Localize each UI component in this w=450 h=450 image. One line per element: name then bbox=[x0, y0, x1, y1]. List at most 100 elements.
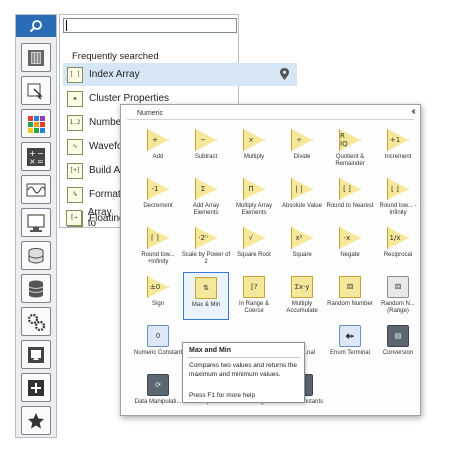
enum-terminal-icon: ◆▸ bbox=[339, 325, 361, 347]
palette-item-add-array-elements[interactable]: Σ Add Array Elements bbox=[183, 174, 229, 222]
increment-icon: +1 bbox=[387, 129, 409, 151]
palette-item-label: Sign bbox=[151, 301, 164, 307]
collapse-palette-button[interactable]: ‹‹ bbox=[411, 106, 415, 117]
palette-item-label: Quotient & Remainder bbox=[335, 154, 365, 167]
search-button[interactable] bbox=[16, 15, 56, 37]
palette-item-label: Random Number bbox=[327, 301, 373, 307]
square-icon: x² bbox=[291, 227, 313, 249]
build-array-icon: [+] bbox=[67, 162, 83, 179]
square-root-icon: √ bbox=[243, 227, 265, 249]
palette-item-in-range-coerce[interactable]: ⟦? In Range & Coerce bbox=[231, 272, 277, 320]
palette-item-label: Numeric Constant bbox=[133, 350, 183, 356]
palette-item-square-root[interactable]: √ Square Root bbox=[231, 223, 277, 271]
favorites-icon[interactable] bbox=[21, 406, 51, 435]
palette-item-label: Add Array Elements bbox=[192, 203, 220, 216]
waveform-palette-icon[interactable] bbox=[21, 175, 51, 204]
search-result-item[interactable]: [→ Array to bbox=[62, 206, 122, 229]
palette-item-subtract[interactable]: − Subtract bbox=[183, 125, 229, 173]
tooltip-help: Press F1 for more help bbox=[189, 392, 256, 399]
palette-item-decrement[interactable]: -1 Decrement bbox=[135, 174, 181, 222]
palette-item-multiply-accumulate[interactable]: Σx·y Multiply Accumulate bbox=[279, 272, 325, 320]
palette-item-label: Multiply Accumulate bbox=[286, 301, 318, 314]
math-palette-icon[interactable]: + − × = bbox=[21, 142, 51, 171]
palette-item-label: Negate bbox=[340, 252, 360, 258]
palette-item-label: Enum Terminal bbox=[330, 350, 370, 356]
palette-item-max-min[interactable]: ⇅ Max & Min bbox=[183, 272, 229, 320]
add-palette-icon[interactable] bbox=[21, 373, 51, 402]
palette-item-square[interactable]: x² Square bbox=[279, 223, 325, 271]
settings-palette-icon[interactable] bbox=[21, 307, 51, 336]
multiply-icon: × bbox=[243, 129, 265, 151]
color-grid-icon[interactable] bbox=[21, 109, 51, 138]
max-min-icon: ⇅ bbox=[195, 277, 217, 299]
palette-item-add[interactable]: + Add bbox=[135, 125, 181, 173]
palette-item-increment[interactable]: +1 Increment bbox=[375, 125, 421, 173]
absolute-value-icon: | | bbox=[291, 178, 313, 200]
palette-item-label: Square bbox=[292, 252, 312, 258]
result-label: Cluster Properties bbox=[89, 93, 170, 104]
in-range-coerce-icon: ⟦? bbox=[243, 276, 265, 298]
round-to-nearest-icon: [ ] bbox=[339, 178, 361, 200]
result-label: Index Array bbox=[89, 69, 140, 80]
palette-item-round-to-nearest[interactable]: [ ] Round to Nearest bbox=[326, 174, 374, 222]
add-icon: + bbox=[147, 129, 169, 151]
palette-item-enum-terminal[interactable]: ◆▸ Enum Terminal bbox=[327, 321, 373, 369]
multiply-accumulate-icon: Σx·y bbox=[291, 276, 313, 298]
palette-divider bbox=[127, 119, 414, 120]
tooltip-divider bbox=[187, 357, 300, 358]
numeric-constant-icon: 0 bbox=[147, 325, 169, 347]
display-palette-icon[interactable] bbox=[21, 208, 51, 237]
palette-item-label: Round tow... +Infinity bbox=[141, 252, 175, 265]
tooltip-body: Compares two values and returns the maxi… bbox=[189, 362, 298, 378]
database-palette-icon[interactable] bbox=[21, 274, 51, 303]
pin-icon[interactable] bbox=[280, 68, 289, 80]
graphics-palette-icon[interactable] bbox=[21, 340, 51, 369]
divide-icon: ÷ bbox=[291, 129, 313, 151]
palette-item-conversion[interactable]: ▤ Conversion bbox=[375, 321, 421, 369]
palette-item-numeric-constant[interactable]: 0 Numeric Constant bbox=[133, 321, 183, 369]
palette-item-label: Scale by Power of 2 bbox=[181, 252, 231, 265]
palette-item-round-tow-infinity[interactable]: ⌈ ⌉ Round tow... +Infinity bbox=[135, 223, 181, 271]
negate-icon: -x bbox=[339, 227, 361, 249]
palette-item-label: Round tow... -Infinity bbox=[379, 203, 417, 216]
palette-item-round-tow-infinity[interactable]: ⌊ ⌋ Round tow... -Infinity bbox=[375, 174, 421, 222]
palette-item-multiply[interactable]: × Multiply bbox=[231, 125, 277, 173]
palette-item-absolute-value[interactable]: | | Absolute Value bbox=[279, 174, 325, 222]
palette-item-quotient-remainder[interactable]: R IQ Quotient & Remainder bbox=[327, 125, 373, 173]
number-to-decimal-string-icon: 1.2 bbox=[67, 114, 83, 131]
data-palette-icon[interactable] bbox=[21, 241, 51, 270]
palette-item-random-n-range[interactable]: ⚄ Random N... (Range) bbox=[375, 272, 421, 320]
palette-item-label: Round to Nearest bbox=[326, 203, 374, 209]
palette-item-data-manipulati[interactable]: ⟳ Data Manipulati... bbox=[135, 370, 181, 418]
palette-item-label: Random N... (Range) bbox=[381, 301, 415, 314]
frequently-searched-label: Frequently searched bbox=[72, 51, 159, 62]
index-array-icon: [ ] bbox=[67, 66, 83, 83]
random-number-icon: ⚄ bbox=[339, 276, 361, 298]
round-tow-infinity-icon: ⌊ ⌋ bbox=[387, 178, 409, 200]
palette-item-divide[interactable]: ÷ Divide bbox=[279, 125, 325, 173]
search-icon bbox=[29, 20, 42, 33]
palette-item-label: Data Manipulati... bbox=[134, 399, 182, 405]
palette-item-random-number[interactable]: ⚄ Random Number bbox=[327, 272, 373, 320]
timing-palette-icon[interactable] bbox=[21, 76, 51, 105]
search-result-item[interactable]: [ ] Index Array bbox=[63, 63, 297, 86]
search-input[interactable] bbox=[63, 18, 237, 33]
palette-item-negate[interactable]: -x Negate bbox=[327, 223, 373, 271]
palette-category-strip: + − × = bbox=[15, 14, 57, 438]
palette-item-label: Increment bbox=[384, 154, 412, 160]
quotient-remainder-icon: R IQ bbox=[339, 129, 361, 151]
tooltip-title: Max and Min bbox=[189, 347, 232, 354]
round-tow-infinity-icon: ⌈ ⌉ bbox=[147, 227, 169, 249]
result-label: Array to bbox=[87, 206, 112, 229]
palette-item-sign[interactable]: ±0 Sign bbox=[135, 272, 181, 320]
decrement-icon: -1 bbox=[147, 178, 169, 200]
palette-item-multiply-array-elements[interactable]: Π Multiply Array Elements bbox=[231, 174, 277, 222]
format-icon: % bbox=[67, 186, 83, 203]
text-caret bbox=[66, 20, 67, 31]
palette-item-label: Square Root bbox=[237, 252, 271, 258]
palette-title: Numeric bbox=[137, 110, 164, 117]
array-palette-icon[interactable] bbox=[21, 43, 51, 72]
palette-item-label: Decrement bbox=[143, 203, 173, 209]
palette-item-reciprocal[interactable]: 1/x Reciprocal bbox=[375, 223, 421, 271]
palette-item-scale-by-power-of-2[interactable]: ·2ⁿ Scale by Power of 2 bbox=[181, 223, 231, 271]
